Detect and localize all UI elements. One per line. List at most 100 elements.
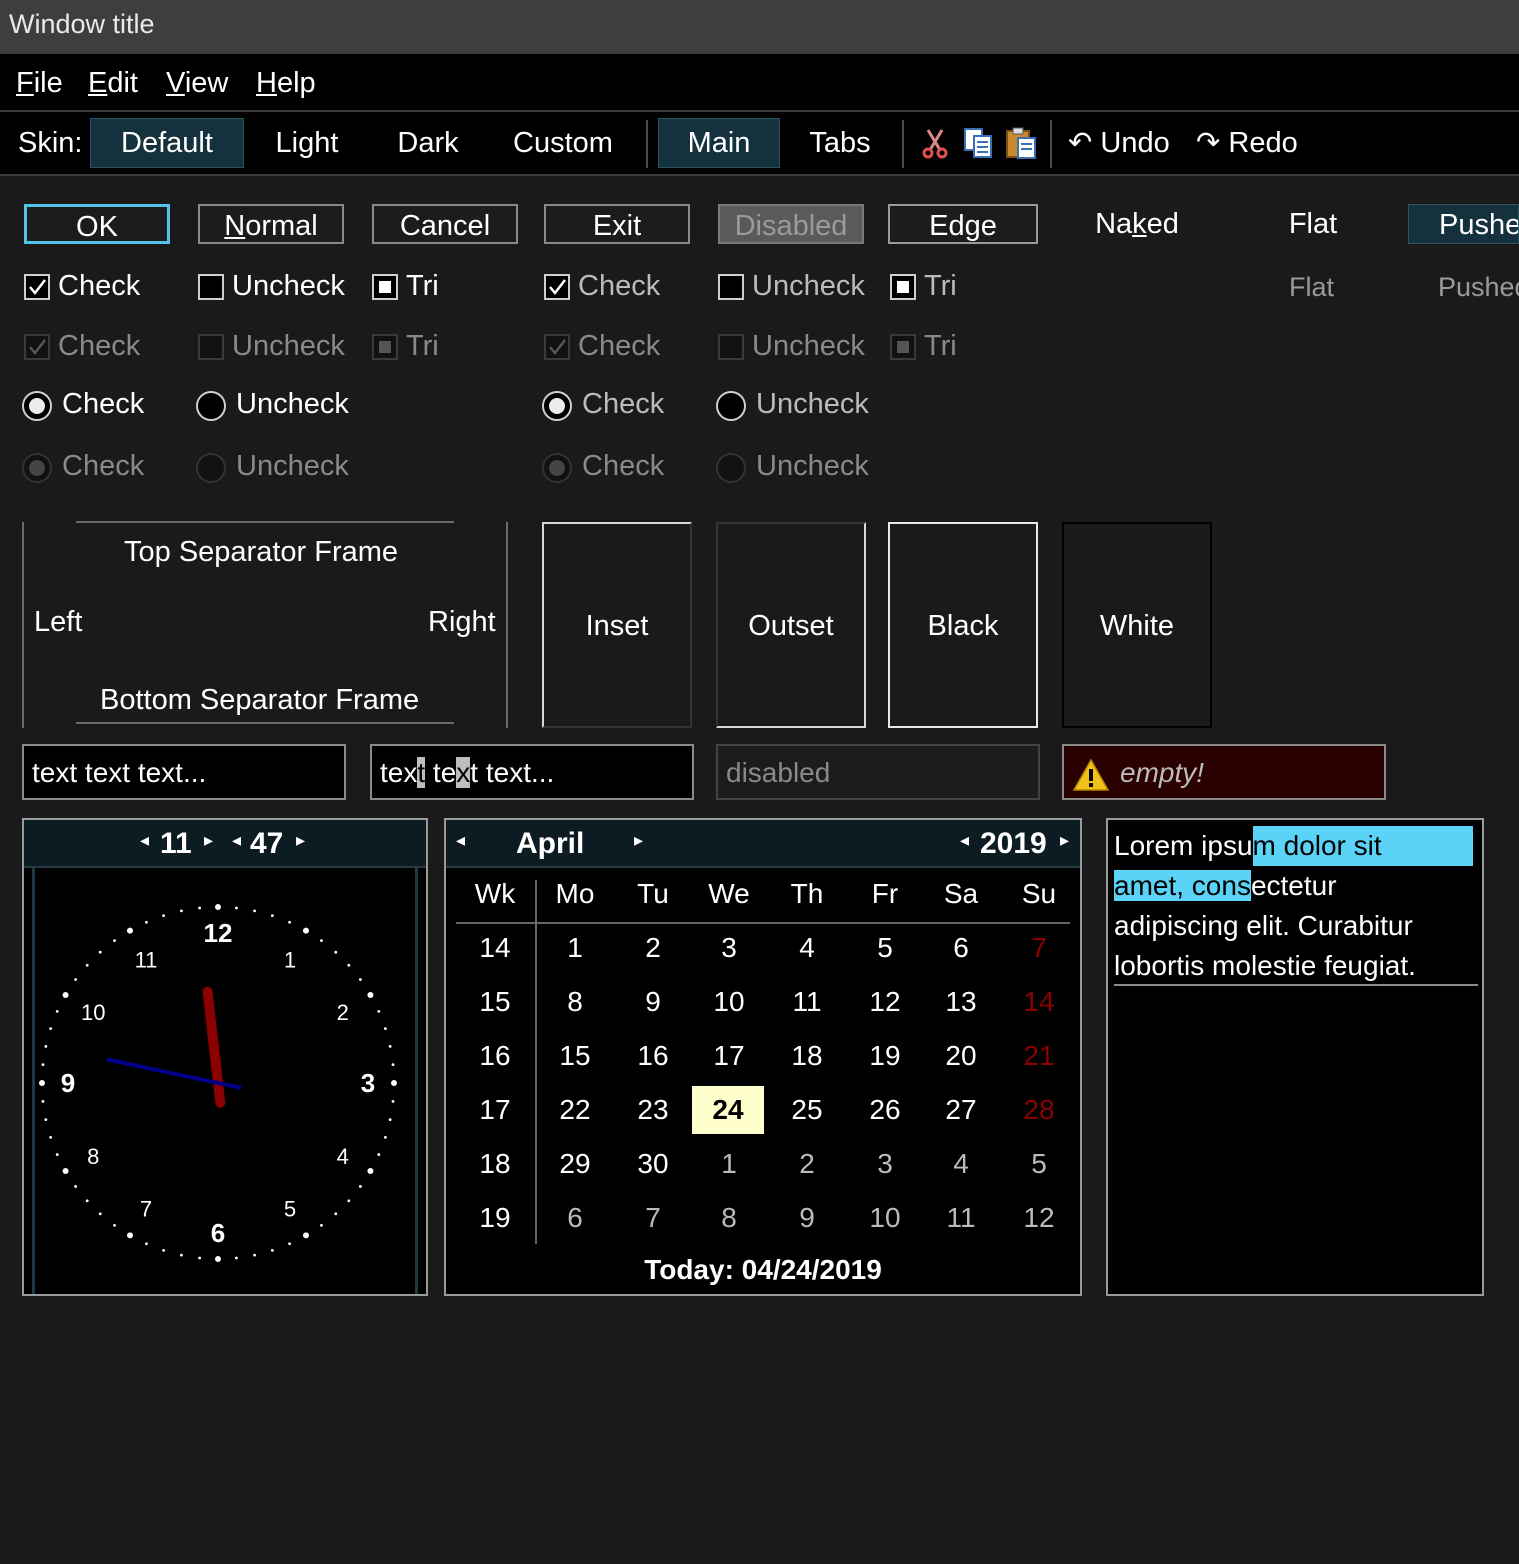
calendar-day[interactable]: 23 [618,1094,688,1126]
checkbox-tristate-alt[interactable] [890,274,916,300]
year-prev-icon[interactable]: ◂ [960,830,969,851]
month-prev-icon[interactable]: ◂ [456,830,465,851]
minute-value[interactable]: 47 [250,827,283,861]
calendar-day[interactable]: 3 [850,1148,920,1180]
month-next-icon[interactable]: ▸ [634,830,643,851]
calendar-day[interactable]: 22 [540,1094,610,1126]
calendar-day-header: Th [790,878,824,909]
menu-help[interactable]: Help [256,67,316,100]
radio-checked[interactable] [22,391,52,421]
calendar-day[interactable]: 4 [772,932,842,964]
checkbox-unchecked-alt[interactable] [718,274,744,300]
calendar-day[interactable]: 27 [926,1094,996,1126]
calendar-day[interactable]: 30 [618,1148,688,1180]
calendar-day[interactable]: 4 [926,1148,996,1180]
calendar-day[interactable]: 7 [618,1202,688,1234]
edge-button[interactable]: Edge [888,204,1038,244]
menu-view[interactable]: View [166,67,228,100]
clock-tick [198,906,202,910]
calendar-day[interactable]: 20 [926,1040,996,1072]
hour-increment-icon[interactable]: ▸ [204,830,213,851]
calendar-day[interactable]: 7 [1004,932,1074,964]
calendar-day[interactable]: 8 [694,1202,764,1234]
checkbox-unchecked[interactable] [198,274,224,300]
time-spin-bar: ◂ 11 ▸ ◂ 47 ▸ [24,820,426,868]
skin-custom-button[interactable]: Custom [498,112,628,174]
text-input-selected[interactable]: text text text... [370,744,694,800]
radio-unchecked[interactable] [196,391,226,421]
calendar-day[interactable]: 9 [618,986,688,1018]
naked-button[interactable]: Naked [1068,204,1206,244]
calendar-day[interactable]: 11 [772,986,842,1018]
skin-light-button[interactable]: Light [258,112,356,174]
radio-unchecked-alt[interactable] [716,391,746,421]
checkbox-tristate-label: Tri [406,270,439,302]
redo-button[interactable]: ↷ Redo [1196,112,1308,174]
calendar-day[interactable]: 14 [1004,986,1074,1018]
calendar-day[interactable]: 8 [540,986,610,1018]
year-next-icon[interactable]: ▸ [1060,830,1069,851]
skin-default-button[interactable]: Default [90,118,244,168]
ok-button[interactable]: OK [24,204,170,244]
hour-decrement-icon[interactable]: ◂ [140,830,149,851]
normal-button[interactable]: Normal [198,204,344,244]
flat-button-disabled: Flat [1289,272,1335,302]
error-input[interactable]: empty! [1062,744,1386,800]
minute-increment-icon[interactable]: ▸ [296,830,305,851]
exit-button[interactable]: Exit [544,204,690,244]
calendar-day[interactable]: 12 [1004,1202,1074,1234]
calendar-day[interactable]: 26 [850,1094,920,1126]
minute-decrement-icon[interactable]: ◂ [232,830,241,851]
paste-icon[interactable] [1004,126,1038,160]
cancel-button[interactable]: Cancel [372,204,518,244]
cut-icon[interactable] [918,126,952,160]
calendar-day[interactable]: 13 [926,986,996,1018]
hour-value[interactable]: 11 [160,827,192,861]
calendar-day-selected[interactable]: 24 [692,1086,764,1134]
menu-file[interactable]: File [16,67,63,100]
calendar-day[interactable]: 15 [540,1040,610,1072]
calendar-day[interactable]: 1 [540,932,610,964]
calendar-day[interactable]: 10 [694,986,764,1018]
menu-file-accel: F [16,67,34,99]
text-input[interactable]: text text text... [22,744,346,800]
view-main-button[interactable]: Main [658,118,780,168]
calendar-day[interactable]: 5 [1004,1148,1074,1180]
calendar-day[interactable]: 19 [850,1040,920,1072]
today-label[interactable]: Today: 04/24/2019 [446,1254,1080,1286]
view-tabs-button[interactable]: Tabs [792,112,888,174]
checkbox-checked-alt[interactable] [544,274,570,300]
calendar-day[interactable]: 1 [694,1148,764,1180]
clock-tick [288,1242,291,1246]
clock-tick [145,1242,148,1246]
calendar-day[interactable]: 10 [850,1202,920,1234]
text-view[interactable]: Lorem ipsum dolor sit amet, consectetur … [1106,818,1484,1296]
calendar-day[interactable]: 6 [540,1202,610,1234]
checkbox-checked-disabled [24,334,50,360]
checkbox-checked[interactable] [24,274,50,300]
radio-checked-alt[interactable] [542,391,572,421]
calendar-day[interactable]: 9 [772,1202,842,1234]
calendar-day[interactable]: 2 [618,932,688,964]
calendar-day[interactable]: 11 [926,1202,996,1234]
copy-icon[interactable] [962,126,996,160]
calendar-week-number: 19 [479,1202,511,1233]
checkbox-tristate[interactable] [372,274,398,300]
calendar-day[interactable]: 17 [694,1040,764,1072]
calendar-day[interactable]: 2 [772,1148,842,1180]
flat-button[interactable]: Flat [1240,204,1386,244]
calendar-day[interactable]: 25 [772,1094,842,1126]
calendar-day[interactable]: 18 [772,1040,842,1072]
menu-edit[interactable]: Edit [88,67,138,100]
calendar-day[interactable]: 6 [926,932,996,964]
calendar-day[interactable]: 12 [850,986,920,1018]
calendar-day[interactable]: 29 [540,1148,610,1180]
calendar-day[interactable]: 28 [1004,1094,1074,1126]
undo-button[interactable]: ↶ Undo [1068,112,1180,174]
calendar-day[interactable]: 16 [618,1040,688,1072]
calendar-day[interactable]: 3 [694,932,764,964]
skin-dark-button[interactable]: Dark [380,112,476,174]
calendar-day[interactable]: 21 [1004,1040,1074,1072]
pushed-button[interactable]: Pushed [1408,204,1519,244]
calendar-day[interactable]: 5 [850,932,920,964]
